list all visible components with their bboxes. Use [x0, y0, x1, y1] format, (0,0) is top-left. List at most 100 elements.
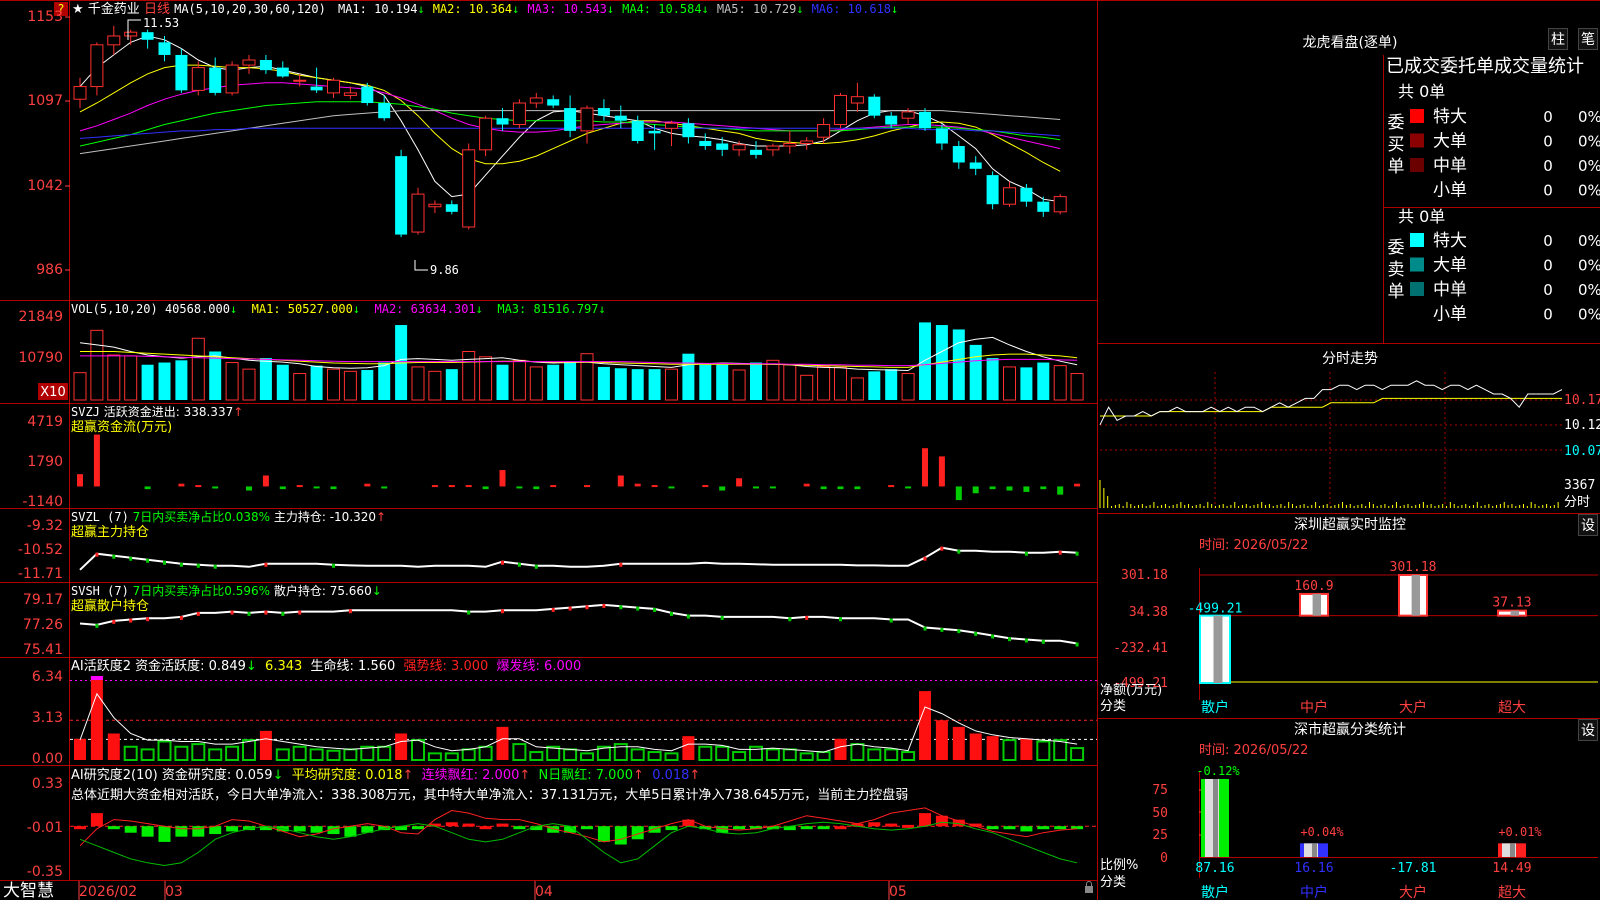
flow-bar[interactable] [820, 486, 827, 490]
activity-bar[interactable] [444, 752, 459, 761]
flow-bar[interactable] [212, 486, 219, 489]
flow-bar[interactable] [1006, 486, 1013, 491]
research-bar[interactable] [158, 826, 171, 842]
candle[interactable] [141, 32, 154, 40]
volume-bar[interactable] [141, 364, 154, 400]
candle[interactable] [1053, 196, 1067, 213]
volume-bar[interactable] [766, 359, 780, 401]
volume-bar[interactable] [276, 364, 289, 400]
activity-bar[interactable] [395, 733, 408, 760]
volume-bar[interactable] [901, 373, 915, 401]
flow-bar[interactable] [938, 456, 945, 487]
flow-bar[interactable] [499, 470, 506, 487]
volume-bar[interactable] [919, 322, 931, 400]
candle[interactable] [209, 67, 222, 93]
activity-bar[interactable] [1020, 738, 1033, 760]
research-bar[interactable] [919, 813, 931, 827]
volume-bar[interactable] [986, 358, 999, 400]
activity-bar[interactable] [664, 752, 679, 761]
candle[interactable] [868, 96, 881, 116]
candle[interactable] [682, 123, 695, 138]
candle[interactable] [919, 111, 931, 129]
activity-bar[interactable] [496, 726, 509, 760]
volume-bar[interactable] [665, 368, 678, 401]
volume-bar[interactable] [614, 368, 627, 400]
lock-icon[interactable] [1085, 881, 1093, 894]
volume-bar[interactable] [547, 364, 560, 400]
candle[interactable] [800, 140, 814, 145]
research-bar[interactable] [445, 822, 458, 827]
volume-bar[interactable] [327, 368, 340, 401]
candle[interactable] [428, 203, 442, 208]
candle[interactable] [124, 31, 138, 37]
candle[interactable] [665, 122, 678, 129]
flow-bar[interactable] [617, 475, 624, 487]
activity-bar[interactable] [478, 745, 493, 762]
volume-bar[interactable] [529, 366, 543, 401]
candle[interactable] [580, 107, 594, 132]
activity-bar[interactable] [1053, 739, 1068, 761]
flow-bar[interactable] [448, 485, 455, 488]
flow-bar[interactable] [837, 486, 844, 490]
research-bar[interactable] [90, 813, 103, 827]
candle[interactable] [716, 143, 729, 150]
volume-bar[interactable] [496, 364, 509, 400]
volume-bar[interactable] [783, 364, 797, 401]
flow-bar[interactable] [922, 448, 928, 487]
star-icon[interactable]: ★ [72, 2, 84, 17]
candle[interactable] [952, 146, 965, 163]
volume-bar[interactable] [242, 368, 256, 401]
flow-bar[interactable] [955, 486, 962, 501]
activity-bar[interactable] [1036, 740, 1051, 762]
volume-bar[interactable] [378, 362, 391, 400]
research-bar[interactable] [209, 826, 222, 835]
activity-bar[interactable] [326, 749, 341, 761]
flow-bar[interactable] [719, 486, 726, 491]
volume-bar[interactable] [817, 365, 831, 401]
flow-bar[interactable] [178, 483, 185, 487]
volume-bar[interactable] [597, 366, 610, 400]
flow-bar[interactable] [1023, 486, 1030, 492]
volume-bar[interactable] [750, 362, 762, 400]
volume-bar[interactable] [225, 362, 239, 401]
volume-bar[interactable] [969, 344, 982, 400]
bar-view-button[interactable]: 柱 [1548, 28, 1568, 50]
activity-bar[interactable] [225, 745, 240, 762]
candle[interactable] [343, 92, 357, 96]
flow-bar[interactable] [905, 486, 912, 489]
activity-bar[interactable] [377, 745, 392, 762]
candle[interactable] [242, 59, 256, 66]
activity-bar[interactable] [867, 748, 882, 762]
flow-bar[interactable] [668, 486, 675, 489]
candle[interactable] [73, 86, 87, 100]
research-bar[interactable] [74, 826, 86, 830]
candle[interactable] [276, 67, 289, 77]
volume-bar[interactable] [868, 371, 881, 400]
flow-bar[interactable] [1057, 486, 1064, 495]
candle[interactable] [411, 193, 425, 233]
flow-bar[interactable] [989, 486, 996, 490]
volume-bar[interactable] [445, 369, 458, 400]
research-bar[interactable] [986, 826, 999, 830]
activity-bar[interactable] [259, 730, 272, 760]
candle[interactable] [107, 35, 121, 46]
candle[interactable] [361, 86, 374, 104]
flow-bar[interactable] [1074, 483, 1081, 487]
activity-bar[interactable] [986, 736, 999, 760]
activity-bar[interactable] [647, 751, 662, 762]
candle[interactable] [293, 79, 307, 82]
stock-name[interactable]: 千金药业 [88, 1, 140, 17]
activity-bar[interactable] [157, 740, 172, 762]
volume-bar[interactable] [682, 353, 695, 400]
activity-bar[interactable] [90, 676, 103, 760]
candle[interactable] [850, 96, 864, 104]
candle[interactable] [648, 130, 661, 134]
candle[interactable] [969, 162, 982, 169]
volume-bar[interactable] [310, 365, 323, 400]
volume-bar[interactable] [479, 356, 493, 401]
flow-bar[interactable] [93, 434, 100, 487]
activity-bar[interactable] [242, 739, 256, 761]
flow-bar[interactable] [634, 483, 641, 487]
flow-bar[interactable] [482, 486, 489, 490]
intraday-chart[interactable] [1099, 372, 1563, 508]
